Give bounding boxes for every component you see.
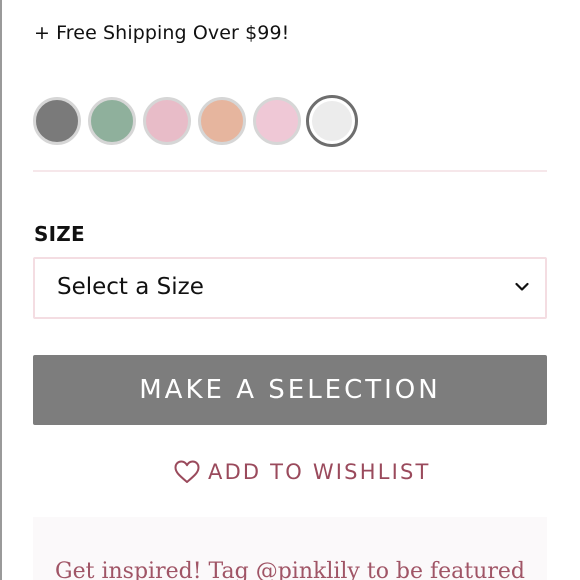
- size-select-value: Select a Size: [57, 274, 204, 300]
- make-selection-button[interactable]: MAKE A SELECTION: [33, 355, 547, 425]
- inspiration-banner: Get inspired! Tag @pinklily to be featur…: [33, 517, 547, 580]
- size-select[interactable]: Select a Size: [33, 257, 547, 319]
- inspiration-text: Get inspired! Tag @pinklily to be featur…: [55, 559, 525, 580]
- color-swatch-light-pink[interactable]: [253, 97, 301, 145]
- free-shipping-banner: + Free Shipping Over $99!: [34, 22, 290, 44]
- heart-icon: [174, 460, 200, 483]
- color-swatch-white[interactable]: [306, 95, 358, 147]
- color-swatch-peach[interactable]: [198, 97, 246, 145]
- left-edge-border: [0, 0, 2, 580]
- size-label: SIZE: [34, 222, 85, 246]
- add-to-wishlist-button[interactable]: ADD TO WISHLIST: [174, 456, 431, 488]
- color-swatch-blush-pink[interactable]: [143, 97, 191, 145]
- make-selection-label: MAKE A SELECTION: [139, 375, 441, 405]
- color-swatch-gray[interactable]: [33, 97, 81, 145]
- chevron-down-icon: [515, 282, 529, 291]
- section-divider: [33, 170, 547, 172]
- color-swatch-sage[interactable]: [88, 97, 136, 145]
- add-to-wishlist-label: ADD TO WISHLIST: [208, 460, 431, 484]
